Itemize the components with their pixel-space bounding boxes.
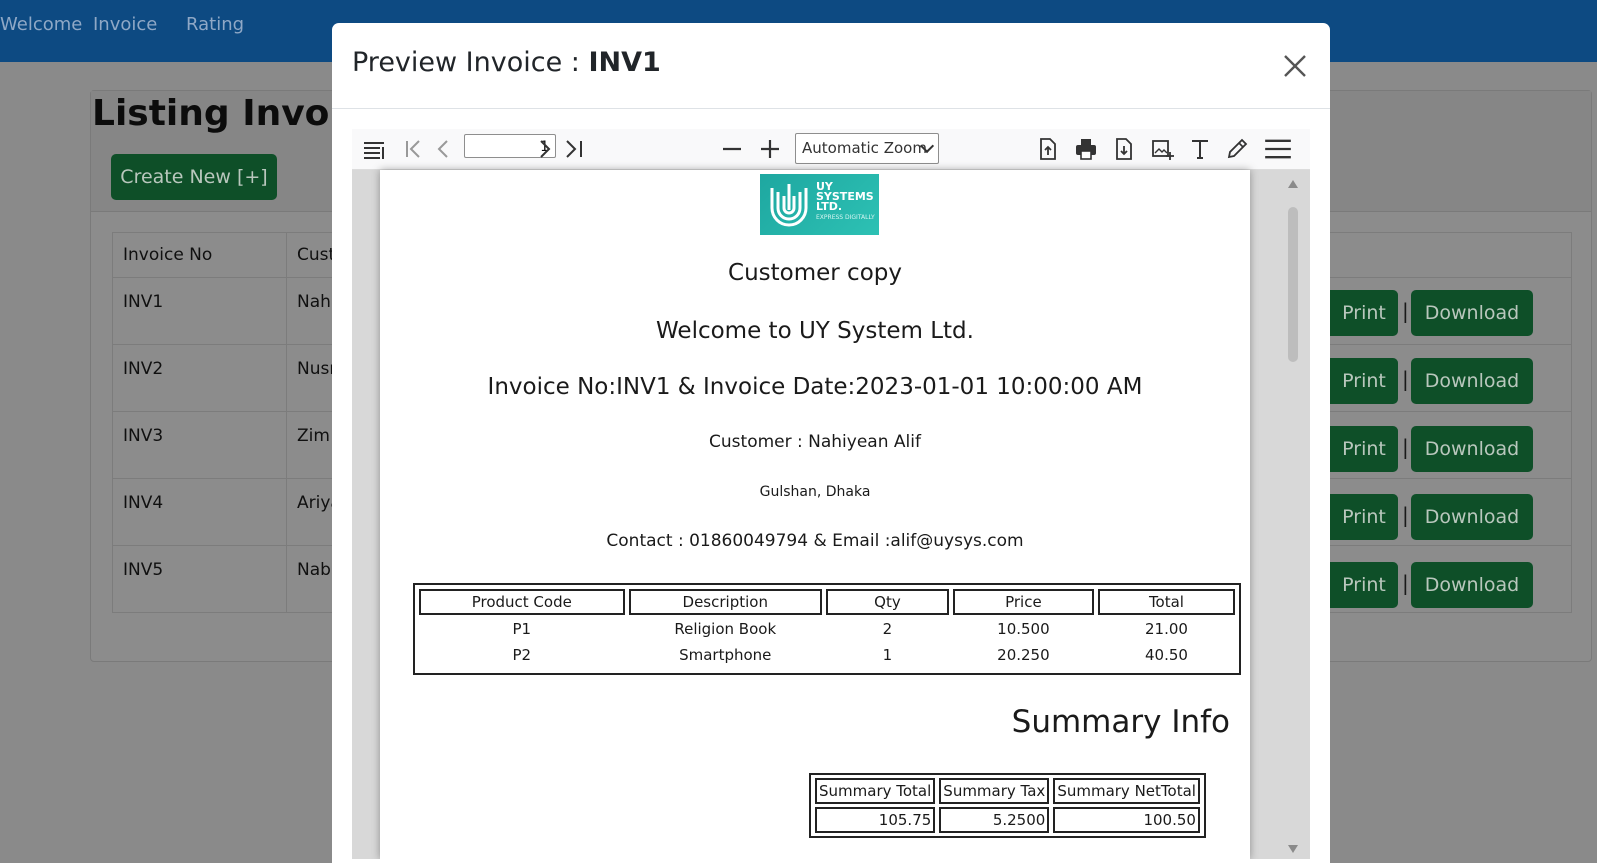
welcome-heading: Welcome to UY System Ltd. xyxy=(656,318,974,344)
address-line: Gulshan, Dhaka xyxy=(759,484,871,500)
add-image-icon[interactable] xyxy=(1150,137,1174,161)
draw-icon[interactable] xyxy=(1225,137,1249,161)
qty-cell: 1 xyxy=(882,646,893,664)
previous-page-icon[interactable] xyxy=(432,137,456,161)
contact-line: Contact : 01860049794 & Email :alif@uysy… xyxy=(606,531,1024,551)
download-button[interactable]: Download xyxy=(1411,426,1533,472)
next-page-icon[interactable] xyxy=(532,137,556,161)
summary-tax-header: Summary Tax xyxy=(939,778,1050,804)
column-header-price: Price xyxy=(952,589,1094,615)
preview-invoice-modal: Preview Invoice : INV1 1 Automatic Zoom … xyxy=(332,23,1330,863)
nav-rating[interactable]: Rating xyxy=(186,14,244,35)
price-cell: 10.500 xyxy=(997,620,1050,638)
invoice-items-table: Product Code Description Qty Price Total… xyxy=(413,583,1241,675)
column-header-invoice-no: Invoice No xyxy=(112,232,287,278)
logo-text: UY SYSTEMS LTD. xyxy=(816,181,874,213)
pdf-scrollbar[interactable] xyxy=(1284,170,1302,859)
column-header-qty: Qty xyxy=(825,589,949,615)
invoice-info-line: Invoice No:INV1 & Invoice Date:2023-01-0… xyxy=(487,374,1143,400)
invoice-no-cell: INV5 xyxy=(112,545,287,613)
separator: | xyxy=(1402,435,1409,459)
print-button[interactable]: Print xyxy=(1330,562,1398,608)
summary-title: Summary Info xyxy=(1011,704,1230,740)
customer-line: Customer : Nahiyean Alif xyxy=(709,432,921,452)
open-file-icon[interactable] xyxy=(1036,137,1060,161)
download-button[interactable]: Download xyxy=(1411,358,1533,404)
invoice-no-cell: INV2 xyxy=(112,344,287,412)
download-icon[interactable] xyxy=(1112,137,1136,161)
download-button[interactable]: Download xyxy=(1411,562,1533,608)
last-page-icon[interactable] xyxy=(562,137,586,161)
zoom-select-value: Automatic Zoom xyxy=(802,139,927,157)
print-button[interactable]: Print xyxy=(1330,494,1398,540)
invoice-no-cell: INV4 xyxy=(112,478,287,546)
summary-values-row: 105.75 5.2500 100.50 xyxy=(815,807,1200,833)
separator: | xyxy=(1402,299,1409,323)
pdf-page-area: UY SYSTEMS LTD. EXPRESS DIGITALLY Custom… xyxy=(352,170,1310,859)
nav-welcome[interactable]: Welcome xyxy=(0,14,82,35)
download-button[interactable]: Download xyxy=(1411,494,1533,540)
qty-cell: 2 xyxy=(882,620,893,638)
summary-total-header: Summary Total xyxy=(815,778,936,804)
tools-menu-icon[interactable] xyxy=(1264,135,1292,163)
items-header-row: Product Code Description Qty Price Total xyxy=(419,589,1235,615)
modal-title: Preview Invoice : INV1 xyxy=(352,47,661,78)
modal-title-invoice-id: INV1 xyxy=(588,47,661,78)
column-header-total: Total xyxy=(1097,589,1235,615)
total-cell: 21.00 xyxy=(1144,620,1188,638)
summary-nettotal-value: 100.50 xyxy=(1053,807,1200,833)
close-icon[interactable] xyxy=(1282,53,1308,79)
print-button[interactable]: Print xyxy=(1330,290,1398,336)
create-new-button[interactable]: Create New [+] xyxy=(111,154,277,200)
print-button[interactable]: Print xyxy=(1330,358,1398,404)
logo-mark-icon xyxy=(770,184,808,227)
print-icon[interactable] xyxy=(1074,137,1098,161)
separator: | xyxy=(1402,503,1409,527)
modal-header: Preview Invoice : INV1 xyxy=(332,23,1330,109)
first-page-icon[interactable] xyxy=(402,137,426,161)
scroll-down-arrow-icon[interactable] xyxy=(1288,845,1298,853)
text-icon[interactable] xyxy=(1188,137,1212,161)
product-code-cell: P1 xyxy=(512,620,532,638)
invoice-no-cell: INV1 xyxy=(112,277,287,345)
column-header-product-code: Product Code xyxy=(419,589,625,615)
zoom-out-icon[interactable] xyxy=(720,137,744,161)
total-cell: 40.50 xyxy=(1144,646,1188,664)
logo-tagline: EXPRESS DIGITALLY xyxy=(816,214,875,221)
zoom-in-icon[interactable] xyxy=(758,137,782,161)
description-cell: Religion Book xyxy=(674,620,777,638)
invoice-no-cell: INV3 xyxy=(112,411,287,479)
column-header-description: Description xyxy=(628,589,822,615)
product-code-cell: P2 xyxy=(512,646,532,664)
table-row: P1 Religion Book 2 10.500 21.00 xyxy=(419,617,1235,641)
pdf-viewer: 1 Automatic Zoom UY SYSTEMS LTD. EXPRESS… xyxy=(352,129,1310,859)
scroll-thumb[interactable] xyxy=(1288,207,1298,362)
logo-line-3: LTD. xyxy=(816,200,843,213)
print-button[interactable]: Print xyxy=(1330,426,1398,472)
scroll-up-arrow-icon[interactable] xyxy=(1288,180,1298,188)
summary-total-value: 105.75 xyxy=(815,807,936,833)
modal-title-prefix: Preview Invoice : xyxy=(352,47,589,78)
pdf-page: UY SYSTEMS LTD. EXPRESS DIGITALLY Custom… xyxy=(380,170,1250,859)
summary-tax-value: 5.2500 xyxy=(939,807,1050,833)
summary-header-row: Summary Total Summary Tax Summary NetTot… xyxy=(815,778,1200,804)
sidebar-toggle-icon[interactable] xyxy=(362,137,386,161)
pdf-toolbar: 1 Automatic Zoom xyxy=(352,129,1310,170)
company-logo: UY SYSTEMS LTD. EXPRESS DIGITALLY xyxy=(760,174,879,235)
summary-nettotal-header: Summary NetTotal xyxy=(1053,778,1200,804)
table-row: P2 Smartphone 1 20.250 40.50 xyxy=(419,643,1235,667)
separator: | xyxy=(1402,367,1409,391)
nav-invoice[interactable]: Invoice xyxy=(93,14,157,35)
zoom-select[interactable]: Automatic Zoom xyxy=(795,133,939,164)
summary-table: Summary Total Summary Tax Summary NetTot… xyxy=(809,773,1206,838)
separator: | xyxy=(1402,571,1409,595)
price-cell: 20.250 xyxy=(997,646,1050,664)
description-cell: Smartphone xyxy=(679,646,772,664)
download-button[interactable]: Download xyxy=(1411,290,1533,336)
copy-label: Customer copy xyxy=(728,260,902,286)
